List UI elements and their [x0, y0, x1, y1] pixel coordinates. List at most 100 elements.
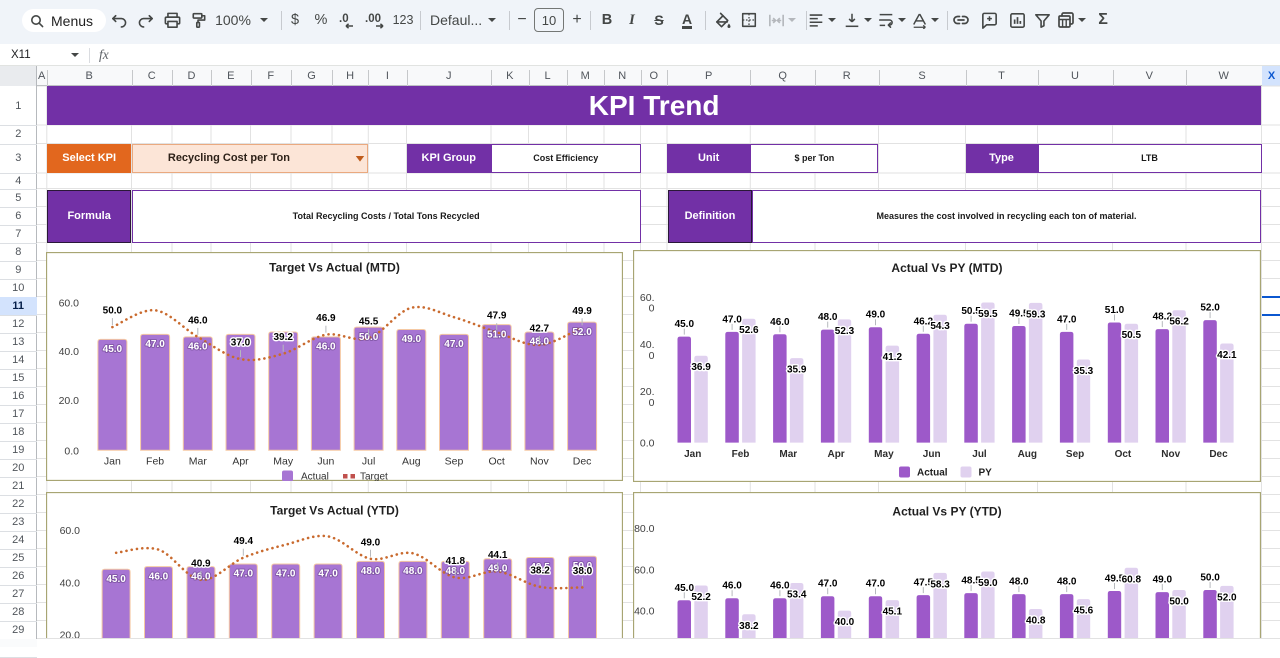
svg-text:47.0: 47.0 — [818, 579, 838, 590]
svg-text:May: May — [874, 449, 894, 460]
svg-text:38.2: 38.2 — [530, 565, 550, 576]
svg-text:45.0: 45.0 — [675, 319, 695, 330]
svg-text:Actual: Actual — [917, 467, 948, 478]
svg-text:47.0: 47.0 — [444, 339, 464, 350]
svg-text:48.0: 48.0 — [1009, 577, 1029, 588]
svg-text:36.9: 36.9 — [691, 362, 711, 373]
svg-text:41.2: 41.2 — [883, 352, 903, 363]
svg-text:PY: PY — [979, 467, 993, 478]
svg-text:51.0: 51.0 — [1105, 305, 1125, 316]
svg-text:48.0: 48.0 — [1057, 577, 1077, 588]
svg-text:38.2: 38.2 — [739, 621, 759, 632]
svg-text:Feb: Feb — [146, 455, 164, 467]
svg-text:41.8: 41.8 — [446, 556, 466, 567]
svg-text:40.0: 40.0 — [835, 617, 855, 628]
svg-text:Jan: Jan — [104, 455, 121, 467]
svg-text:Oct: Oct — [489, 455, 505, 467]
svg-text:49.0: 49.0 — [1153, 575, 1173, 586]
svg-text:Mar: Mar — [189, 455, 208, 467]
svg-text:0: 0 — [649, 396, 655, 408]
svg-text:35.9: 35.9 — [787, 364, 807, 375]
svg-text:45.0: 45.0 — [106, 574, 126, 585]
svg-text:Apr: Apr — [827, 449, 844, 460]
svg-text:Jul: Jul — [972, 449, 987, 460]
svg-text:49.4: 49.4 — [234, 536, 254, 547]
svg-text:42.7: 42.7 — [530, 324, 550, 335]
svg-text:60.0: 60.0 — [634, 565, 655, 577]
svg-text:49.0: 49.0 — [361, 537, 381, 548]
svg-text:50.0: 50.0 — [1169, 597, 1189, 608]
svg-text:52.0: 52.0 — [1200, 302, 1220, 313]
svg-text:40.0: 40.0 — [634, 606, 655, 618]
svg-text:47.0: 47.0 — [866, 579, 886, 590]
svg-text:52.2: 52.2 — [691, 592, 711, 603]
svg-text:47.0: 47.0 — [234, 569, 254, 580]
svg-text:Sep: Sep — [1066, 449, 1084, 460]
svg-text:50.5: 50.5 — [1122, 330, 1142, 341]
svg-text:35.3: 35.3 — [1074, 366, 1094, 377]
svg-text:49.9: 49.9 — [572, 306, 592, 317]
svg-text:0: 0 — [649, 302, 655, 314]
svg-text:Jun: Jun — [317, 455, 334, 467]
svg-text:Apr: Apr — [232, 455, 249, 467]
svg-text:60.8: 60.8 — [1122, 574, 1142, 585]
svg-text:48.0: 48.0 — [403, 566, 423, 577]
svg-text:46.0: 46.0 — [316, 342, 336, 353]
svg-text:47.0: 47.0 — [722, 314, 742, 325]
svg-text:Target Vs Actual (MTD): Target Vs Actual (MTD) — [269, 260, 400, 274]
svg-text:46.9: 46.9 — [316, 313, 336, 324]
svg-text:56.2: 56.2 — [1169, 316, 1189, 327]
svg-text:48.0: 48.0 — [818, 312, 838, 323]
svg-text:40.0: 40.0 — [59, 346, 80, 358]
svg-text:52.0: 52.0 — [1217, 592, 1237, 603]
svg-text:37.0: 37.0 — [231, 338, 251, 349]
svg-text:40.0: 40.0 — [60, 578, 81, 590]
svg-text:49.0: 49.0 — [402, 334, 422, 345]
svg-text:Jul: Jul — [362, 455, 375, 467]
svg-text:54.3: 54.3 — [930, 321, 950, 332]
svg-text:Dec: Dec — [573, 455, 592, 467]
svg-text:58.3: 58.3 — [930, 579, 950, 590]
svg-text:Feb: Feb — [732, 449, 750, 460]
svg-text:0.0: 0.0 — [64, 445, 79, 457]
svg-text:39.2: 39.2 — [273, 332, 293, 343]
svg-text:Sep: Sep — [445, 455, 464, 467]
svg-text:20.0: 20.0 — [60, 629, 81, 638]
svg-text:20.0: 20.0 — [59, 395, 80, 407]
svg-text:59.0: 59.0 — [978, 578, 998, 589]
svg-text:Oct: Oct — [1115, 449, 1132, 460]
svg-text:40.9: 40.9 — [191, 558, 211, 569]
svg-text:Actual Vs PY (MTD): Actual Vs PY (MTD) — [891, 261, 1002, 275]
svg-text:Target Vs Actual (YTD): Target Vs Actual (YTD) — [270, 504, 399, 518]
svg-text:0.0: 0.0 — [640, 437, 655, 449]
svg-text:Nov: Nov — [530, 455, 549, 467]
svg-text:Nov: Nov — [1161, 449, 1180, 460]
svg-text:80.0: 80.0 — [634, 523, 655, 535]
svg-text:May: May — [273, 455, 294, 467]
svg-text:45.0: 45.0 — [103, 344, 123, 355]
svg-text:52.6: 52.6 — [739, 325, 759, 336]
svg-text:50.0: 50.0 — [1200, 573, 1220, 584]
svg-text:48.0: 48.0 — [361, 566, 381, 577]
svg-text:Mar: Mar — [779, 449, 797, 460]
svg-text:Actual: Actual — [301, 472, 329, 482]
svg-text:46.0: 46.0 — [188, 315, 208, 326]
svg-text:52.3: 52.3 — [835, 325, 855, 336]
svg-text:Target: Target — [360, 472, 388, 482]
svg-text:60.0: 60.0 — [59, 298, 80, 310]
svg-text:Jun: Jun — [923, 449, 941, 460]
svg-text:51.0: 51.0 — [487, 329, 507, 340]
svg-text:52.0: 52.0 — [572, 327, 592, 338]
svg-text:59.3: 59.3 — [1026, 309, 1046, 320]
svg-text:47.9: 47.9 — [487, 311, 507, 322]
svg-text:50.0: 50.0 — [103, 306, 123, 317]
svg-text:42.1: 42.1 — [1217, 350, 1237, 361]
svg-text:Actual Vs PY (YTD): Actual Vs PY (YTD) — [892, 505, 1001, 519]
svg-text:47.0: 47.0 — [276, 569, 296, 580]
svg-text:40.8: 40.8 — [1026, 616, 1046, 627]
svg-text:Jan: Jan — [684, 449, 701, 460]
svg-text:0: 0 — [649, 350, 655, 362]
svg-text:46.0: 46.0 — [770, 316, 790, 327]
svg-text:47.0: 47.0 — [145, 339, 165, 350]
svg-text:47.0: 47.0 — [1057, 314, 1077, 325]
